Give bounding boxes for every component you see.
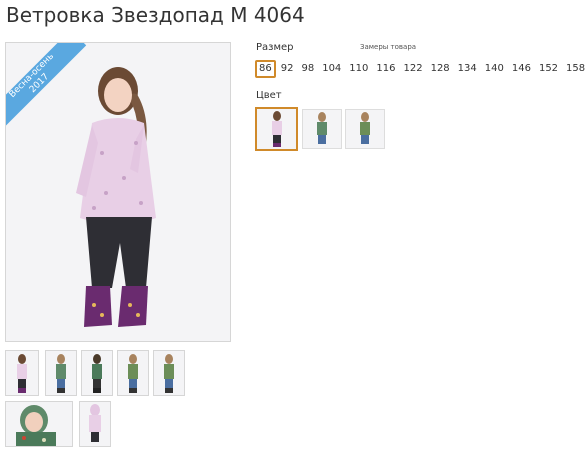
main-product-image[interactable]: Весна-осень 2017 (5, 42, 231, 342)
size-option-116[interactable]: 116 (373, 60, 398, 78)
thumb-photo (154, 351, 184, 395)
size-option-86[interactable]: 86 (255, 60, 276, 78)
thumb-photo (80, 402, 110, 446)
size-option-128[interactable]: 128 (428, 60, 453, 78)
thumb-photo (82, 351, 112, 395)
color-swatch-pink-floral[interactable] (255, 107, 298, 151)
thumbnail-4[interactable] (117, 350, 149, 396)
thumb-photo (46, 351, 76, 395)
swatch-photo (346, 110, 384, 148)
size-option-140[interactable]: 140 (482, 60, 507, 78)
thumbnail-7[interactable] (79, 401, 111, 447)
size-option-134[interactable]: 134 (455, 60, 480, 78)
color-swatch-green-camo[interactable] (302, 109, 342, 149)
thumb-photo (118, 351, 148, 395)
size-option-122[interactable]: 122 (400, 60, 425, 78)
thumb-photo (6, 402, 72, 446)
size-option-158[interactable]: 158 (563, 60, 588, 78)
size-label: Размер (256, 42, 294, 53)
thumbnail-1[interactable] (5, 350, 39, 396)
size-option-146[interactable]: 146 (509, 60, 534, 78)
size-option-152[interactable]: 152 (536, 60, 561, 78)
swatch-photo (257, 109, 296, 149)
thumbnail-2[interactable] (45, 350, 77, 396)
size-option-92[interactable]: 92 (278, 60, 297, 78)
thumbnail-3[interactable] (81, 350, 113, 396)
size-option-98[interactable]: 98 (298, 60, 317, 78)
thumbnail-5[interactable] (153, 350, 185, 396)
size-option-104[interactable]: 104 (319, 60, 344, 78)
swatch-photo (303, 110, 341, 148)
thumbnail-6[interactable] (5, 401, 73, 447)
color-label: Цвет (256, 90, 282, 101)
size-selector: 86 92 98 104 110 116 122 128 134 140 146 152 158 (255, 59, 588, 79)
size-chart-link[interactable]: Замеры товара (360, 43, 416, 51)
product-title: Ветровка Звездопад М 4064 (6, 3, 305, 27)
size-option-110[interactable]: 110 (346, 60, 371, 78)
thumb-photo (6, 351, 38, 395)
color-swatch-green-camo-alt[interactable] (345, 109, 385, 149)
